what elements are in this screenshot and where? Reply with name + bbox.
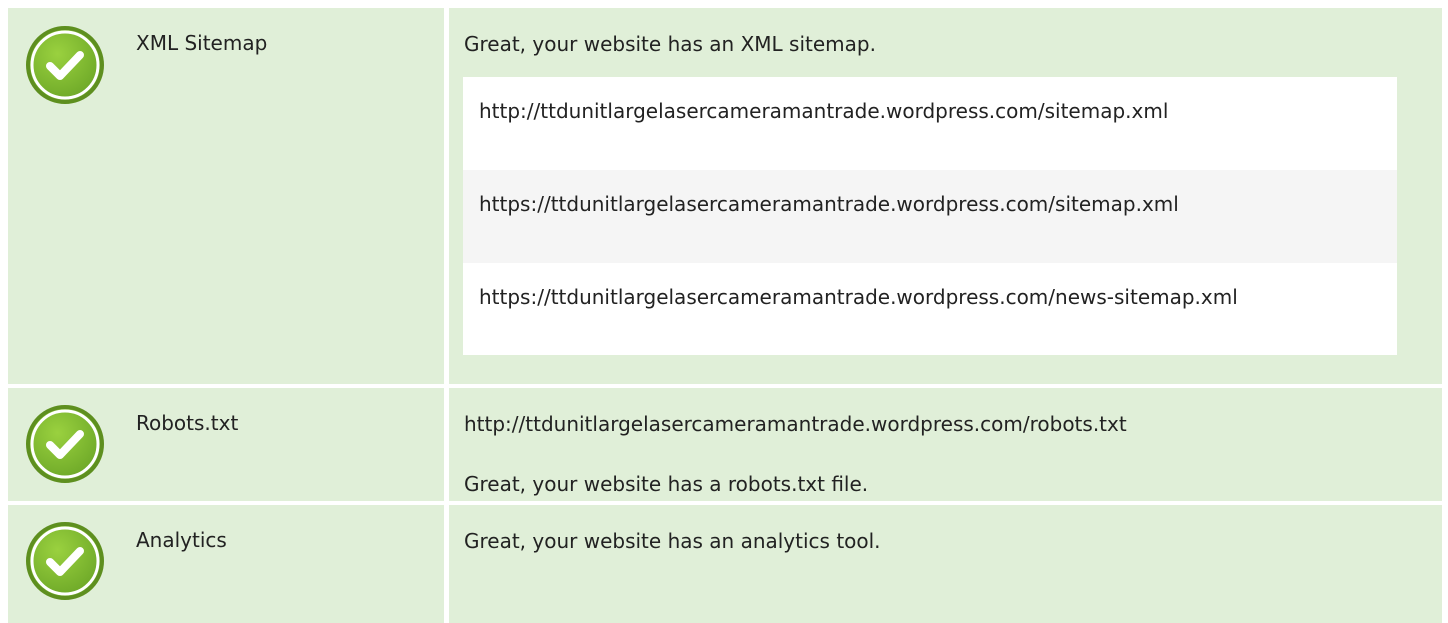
check-label: Robots.txt xyxy=(122,388,444,501)
check-label: Analytics xyxy=(122,505,444,623)
check-circle-icon xyxy=(26,405,104,483)
check-circle-icon xyxy=(26,522,104,600)
check-message: Great, your website has an XML sitemap. xyxy=(464,32,876,56)
robots-url[interactable]: http://ttdunitlargelasercameramantrade.w… xyxy=(464,411,1442,437)
sitemap-url[interactable]: https://ttdunitlargelasercameramantrade.… xyxy=(463,263,1397,355)
check-content: http://ttdunitlargelasercameramantrade.w… xyxy=(449,388,1442,501)
check-message: Great, your website has an analytics too… xyxy=(464,529,881,553)
sitemap-url[interactable]: http://ttdunitlargelasercameramantrade.w… xyxy=(463,77,1397,170)
check-label: XML Sitemap xyxy=(122,8,444,384)
sitemap-url[interactable]: https://ttdunitlargelasercameramantrade.… xyxy=(463,170,1397,263)
status-cell xyxy=(8,505,122,623)
check-content: Great, your website has an XML sitemap. … xyxy=(449,8,1442,384)
check-row-xml-sitemap: XML Sitemap Great, your website has an X… xyxy=(0,8,1448,384)
sitemap-list: http://ttdunitlargelasercameramantrade.w… xyxy=(463,77,1397,355)
check-content: Great, your website has an analytics too… xyxy=(449,505,1442,623)
check-circle-icon xyxy=(26,26,104,104)
check-row-robots: Robots.txt http://ttdunitlargelasercamer… xyxy=(0,388,1448,501)
check-message: Great, your website has a robots.txt fil… xyxy=(464,472,869,496)
status-cell xyxy=(8,388,122,501)
seo-checklist: XML Sitemap Great, your website has an X… xyxy=(0,0,1448,623)
status-cell xyxy=(8,8,122,384)
check-row-analytics: Analytics Great, your website has an ana… xyxy=(0,505,1448,623)
